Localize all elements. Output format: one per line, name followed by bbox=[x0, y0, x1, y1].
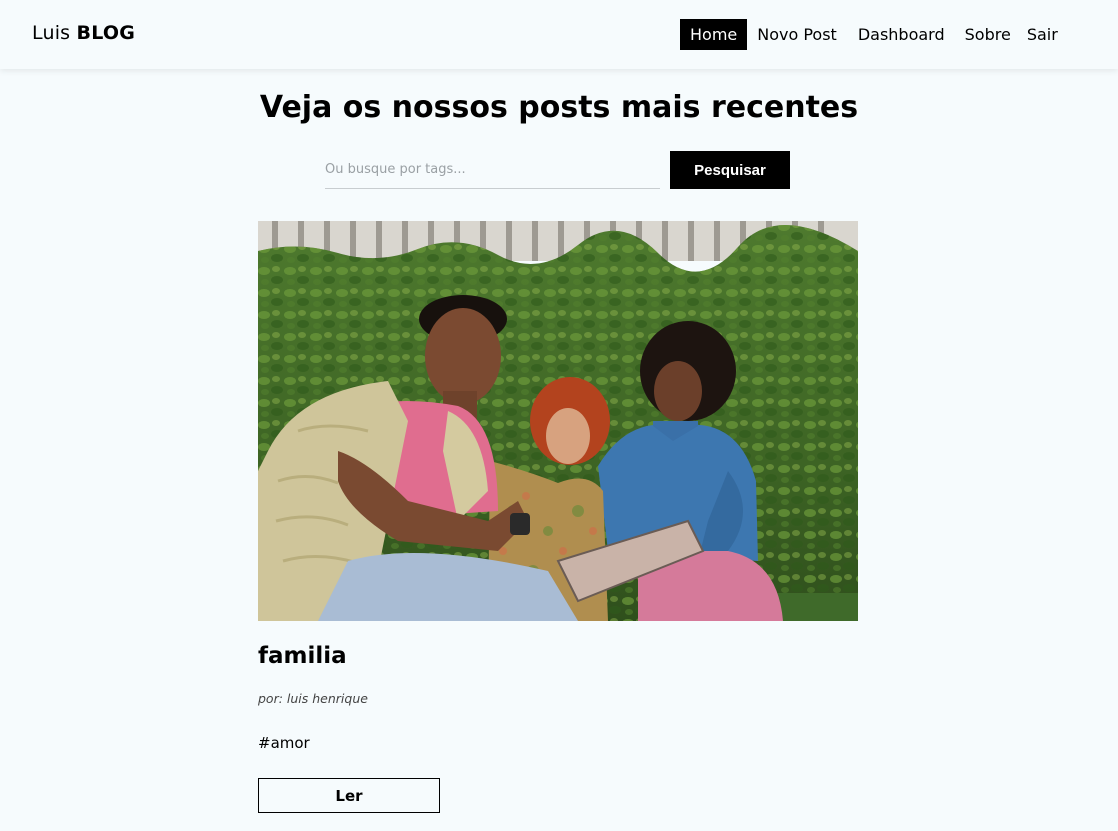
nav-link-new-post[interactable]: Novo Post bbox=[747, 19, 847, 50]
post-card: familia por: luis henrique #amor Ler bbox=[258, 221, 858, 813]
post-title: familia bbox=[258, 643, 347, 669]
page-title: Veja os nossos posts mais recentes bbox=[259, 90, 859, 125]
search-input[interactable] bbox=[325, 151, 660, 189]
post-author: por: luis henrique bbox=[258, 691, 368, 706]
nav-link-dashboard[interactable]: Dashboard bbox=[847, 19, 955, 50]
search-form: Pesquisar bbox=[325, 151, 790, 189]
nav-link-logout[interactable]: Sair bbox=[1019, 19, 1068, 50]
post-tag: #amor bbox=[258, 734, 310, 752]
brand-prefix: Luis bbox=[32, 22, 71, 44]
search-button[interactable]: Pesquisar bbox=[670, 151, 790, 189]
brand-logo[interactable]: Luis BLOG bbox=[32, 22, 135, 44]
nav-link-home[interactable]: Home bbox=[680, 19, 748, 50]
nav-link-about[interactable]: Sobre bbox=[955, 19, 1019, 50]
post-image bbox=[258, 221, 858, 621]
navbar: Luis BLOG Home Novo Post Dashboard Sobre… bbox=[0, 0, 1118, 69]
post-tags: #amor bbox=[258, 734, 858, 752]
brand-strong: BLOG bbox=[76, 22, 135, 44]
nav-links: Home Novo Post Dashboard Sobre Sair bbox=[680, 19, 1068, 50]
read-post-button[interactable]: Ler bbox=[258, 778, 440, 813]
